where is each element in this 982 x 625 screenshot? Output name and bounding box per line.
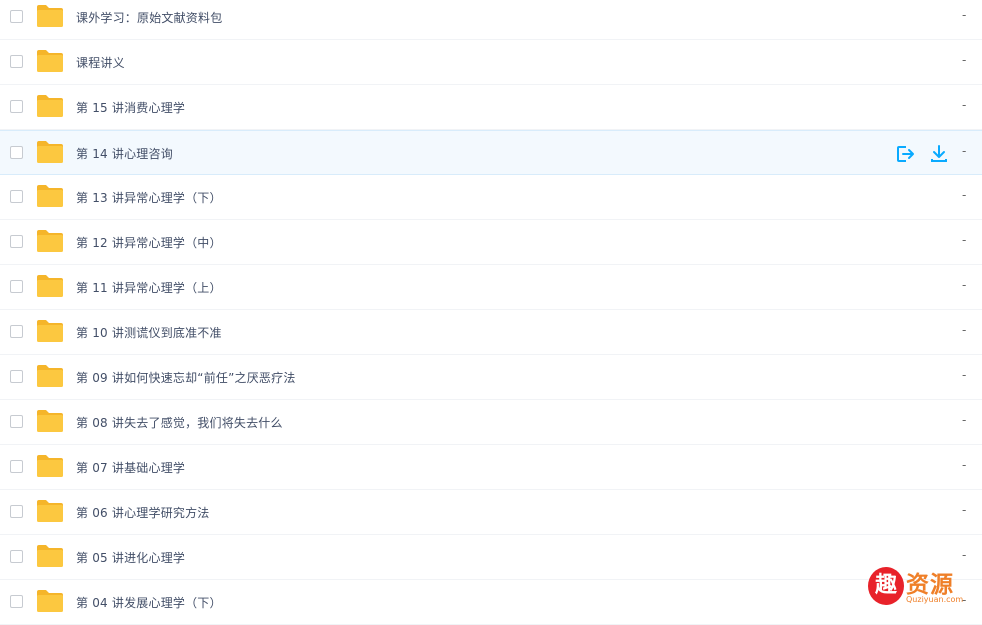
folder-icon — [37, 141, 63, 163]
file-list: 课外学习：原始文献资料包 - 课程讲义 - 第 15 讲消费心理学 - 第 14… — [0, 0, 982, 625]
folder-icon — [37, 5, 63, 27]
folder-icon — [37, 95, 63, 117]
file-name[interactable]: 第 07 讲基础心理学 — [76, 459, 185, 476]
file-row[interactable]: 第 06 讲心理学研究方法 - — [0, 490, 982, 535]
watermark-title: 资源 — [906, 572, 954, 598]
file-name[interactable]: 第 10 讲测谎仪到底准不准 — [76, 324, 222, 341]
folder-icon — [37, 320, 63, 342]
folder-icon — [37, 590, 63, 612]
file-size: - — [962, 144, 967, 158]
file-size: - — [962, 548, 967, 562]
file-name[interactable]: 第 09 讲如何快速忘却“前任”之厌恶疗法 — [76, 369, 296, 386]
folder-icon — [37, 455, 63, 477]
file-size: - — [962, 233, 967, 247]
file-name[interactable]: 第 13 讲异常心理学（下） — [76, 189, 222, 206]
file-row[interactable]: 第 13 讲异常心理学（下） - — [0, 175, 982, 220]
row-checkbox[interactable] — [10, 280, 23, 293]
row-checkbox[interactable] — [10, 10, 23, 23]
file-name[interactable]: 第 14 讲心理咨询 — [76, 145, 173, 162]
file-size: - — [962, 8, 967, 22]
file-row[interactable]: 第 04 讲发展心理学（下） - — [0, 580, 982, 625]
folder-icon — [37, 365, 63, 387]
file-name[interactable]: 第 06 讲心理学研究方法 — [76, 504, 210, 521]
file-row[interactable]: 第 10 讲测谎仪到底准不准 - — [0, 310, 982, 355]
file-row[interactable]: 第 14 讲心理咨询 - — [0, 130, 982, 175]
file-name[interactable]: 第 15 讲消费心理学 — [76, 99, 185, 116]
file-row[interactable]: 第 09 讲如何快速忘却“前任”之厌恶疗法 - — [0, 355, 982, 400]
row-checkbox[interactable] — [10, 505, 23, 518]
row-checkbox[interactable] — [10, 415, 23, 428]
file-row[interactable]: 课外学习：原始文献资料包 - — [0, 0, 982, 40]
file-size: - — [962, 98, 967, 112]
file-row[interactable]: 第 05 讲进化心理学 - — [0, 535, 982, 580]
folder-icon — [37, 545, 63, 567]
file-name[interactable]: 课外学习：原始文献资料包 — [76, 9, 222, 26]
folder-icon — [37, 185, 63, 207]
row-checkbox[interactable] — [10, 100, 23, 113]
file-name[interactable]: 第 04 讲发展心理学（下） — [76, 594, 222, 611]
share-export-icon[interactable] — [895, 144, 915, 164]
file-size: - — [962, 323, 967, 337]
watermark: 趣 资源 Quziyuan.com — [866, 565, 982, 609]
download-icon[interactable] — [929, 144, 949, 164]
row-checkbox[interactable] — [10, 325, 23, 338]
watermark-subtitle: Quziyuan.com — [906, 595, 964, 604]
file-name[interactable]: 第 05 讲进化心理学 — [76, 549, 185, 566]
file-row[interactable]: 第 08 讲失去了感觉，我们将失去什么 - — [0, 400, 982, 445]
row-checkbox[interactable] — [10, 235, 23, 248]
row-checkbox[interactable] — [10, 370, 23, 383]
file-name[interactable]: 第 11 讲异常心理学（上） — [76, 279, 222, 296]
folder-icon — [37, 500, 63, 522]
watermark-logo: 趣 — [868, 567, 904, 605]
folder-icon — [37, 275, 63, 297]
file-row[interactable]: 第 15 讲消费心理学 - — [0, 85, 982, 130]
row-checkbox[interactable] — [10, 190, 23, 203]
file-row[interactable]: 第 07 讲基础心理学 - — [0, 445, 982, 490]
row-checkbox[interactable] — [10, 460, 23, 473]
folder-icon — [37, 230, 63, 252]
row-checkbox[interactable] — [10, 550, 23, 563]
file-row[interactable]: 第 12 讲异常心理学（中） - — [0, 220, 982, 265]
file-size: - — [962, 503, 967, 517]
row-checkbox[interactable] — [10, 55, 23, 68]
file-size: - — [962, 458, 967, 472]
file-name[interactable]: 课程讲义 — [76, 54, 125, 71]
file-size: - — [962, 368, 967, 382]
file-size: - — [962, 53, 967, 67]
row-checkbox[interactable] — [10, 146, 23, 159]
row-checkbox[interactable] — [10, 595, 23, 608]
file-size: - — [962, 278, 967, 292]
file-name[interactable]: 第 12 讲异常心理学（中） — [76, 234, 222, 251]
folder-icon — [37, 410, 63, 432]
file-row[interactable]: 第 11 讲异常心理学（上） - — [0, 265, 982, 310]
file-size: - — [962, 413, 967, 427]
file-name[interactable]: 第 08 讲失去了感觉，我们将失去什么 — [76, 414, 283, 431]
file-row[interactable]: 课程讲义 - — [0, 40, 982, 85]
file-size: - — [962, 188, 967, 202]
folder-icon — [37, 50, 63, 72]
